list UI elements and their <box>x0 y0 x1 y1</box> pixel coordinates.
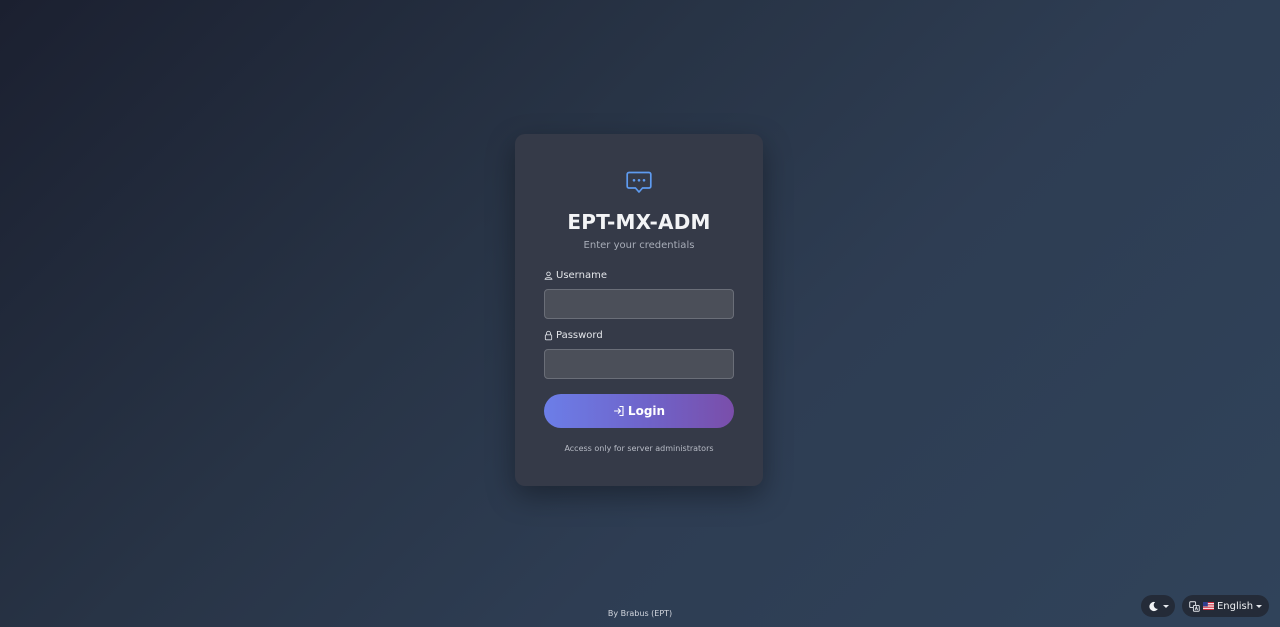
access-note: Access only for server administrators <box>564 444 714 453</box>
username-input[interactable] <box>544 289 734 319</box>
language-label: English <box>1216 600 1254 612</box>
password-input[interactable] <box>544 349 734 379</box>
chevron-down-icon <box>1162 604 1169 608</box>
page-subtitle: Enter your credentials <box>583 240 695 251</box>
password-label-text: Password <box>556 330 603 341</box>
translate-icon <box>1189 600 1200 612</box>
language-select[interactable]: English <box>1182 595 1269 617</box>
moon-icon <box>1148 601 1158 611</box>
username-label-text: Username <box>556 270 607 281</box>
us-flag-icon <box>1202 602 1214 610</box>
chevron-down-icon <box>1256 604 1263 608</box>
username-label: Username <box>544 270 607 281</box>
login-arrow-icon <box>613 405 624 417</box>
login-button[interactable]: Login <box>544 394 734 428</box>
chat-bubble-dots-icon <box>626 171 652 193</box>
login-card: EPT-MX-ADM Enter your credentials Userna… <box>515 134 763 486</box>
footer-credit: By Brabus (EPT) <box>607 609 673 618</box>
lock-icon <box>544 330 553 341</box>
theme-toggle-button[interactable] <box>1141 595 1175 617</box>
page-title: EPT-MX-ADM <box>567 210 711 234</box>
user-icon <box>544 271 553 280</box>
password-label: Password <box>544 330 603 341</box>
login-button-label: Login <box>627 404 666 418</box>
